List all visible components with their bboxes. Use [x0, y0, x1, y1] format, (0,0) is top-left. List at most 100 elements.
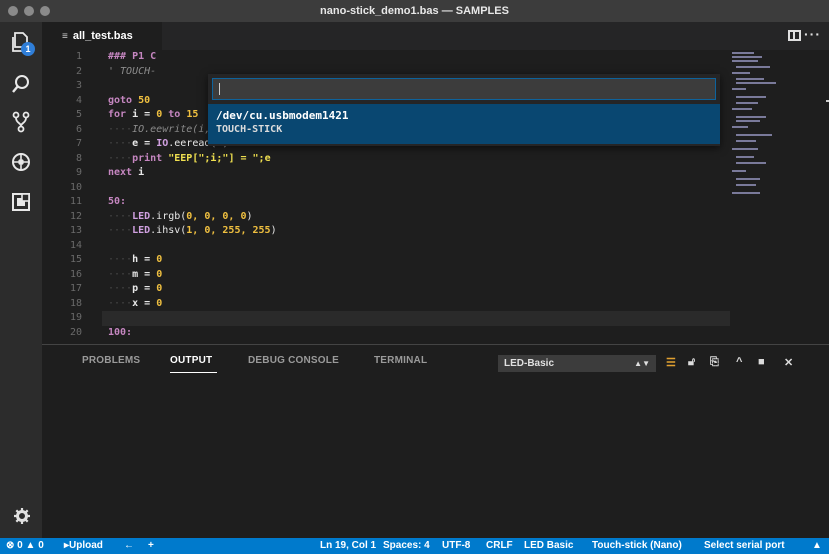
- maximize-panel-icon[interactable]: ■: [758, 356, 765, 368]
- code-object: LED: [132, 225, 151, 236]
- tab-terminal[interactable]: TERMINAL: [374, 355, 427, 366]
- output-channel-value: LED-Basic: [504, 358, 555, 369]
- code-number: 0: [156, 283, 163, 294]
- code-line: ····LED.irgb(0, 0, 0, 0): [108, 210, 253, 222]
- language-mode[interactable]: LED Basic: [524, 540, 573, 551]
- code-number: 0: [156, 268, 163, 280]
- chevron-up-icon[interactable]: ^: [736, 356, 742, 368]
- device-selector[interactable]: Touch-stick (Nano): [592, 540, 682, 551]
- line-number: 18: [69, 297, 82, 309]
- arrow-left-icon[interactable]: ←: [124, 540, 134, 551]
- line-number: 10: [69, 181, 82, 193]
- code-label: 100:: [108, 326, 133, 338]
- notification-bell-icon[interactable]: ▲: [812, 540, 822, 551]
- select-arrows-icon: ▲▼: [634, 359, 650, 368]
- line-number: 15: [69, 254, 82, 265]
- clear-output-icon[interactable]: ☰: [666, 356, 676, 369]
- line-number: 5: [75, 109, 82, 120]
- upload-button[interactable]: ▸Upload: [64, 540, 103, 551]
- panel-tabs: PROBLEMS OUTPUT DEBUG CONSOLE TERMINAL L…: [42, 345, 829, 377]
- line-number: 11: [69, 196, 82, 207]
- line-ending[interactable]: CRLF: [486, 540, 513, 551]
- code-comment: ' TOUCH-: [108, 65, 157, 77]
- current-line: [102, 311, 730, 326]
- code-punct: ): [270, 225, 277, 236]
- tab-problems[interactable]: PROBLEMS: [82, 355, 140, 366]
- encoding[interactable]: UTF-8: [442, 540, 470, 551]
- code-number: 1, 0, 255, 255: [186, 225, 271, 236]
- code-editor[interactable]: 1 2 3 4 5 6 7 8 9 10 11 12 13 14 15 16 1…: [42, 50, 829, 344]
- line-number: 2: [75, 65, 82, 77]
- line-number: 7: [75, 138, 82, 149]
- close-panel-icon[interactable]: ✕: [784, 356, 793, 369]
- code-number: 0, 0, 0, 0: [186, 210, 247, 222]
- minimap[interactable]: [732, 50, 792, 200]
- line-number: 1: [75, 51, 82, 62]
- debug-icon: [12, 153, 30, 171]
- code-line: next i: [108, 166, 708, 181]
- serial-port-selector[interactable]: Select serial port: [704, 540, 785, 551]
- extensions-button[interactable]: [0, 182, 42, 222]
- editor-tab-label: all_test.bas: [72, 30, 133, 42]
- code-function: .ihsv(: [150, 225, 187, 236]
- source-control-button[interactable]: [0, 102, 42, 142]
- code-punct: ): [246, 210, 253, 222]
- code-identifier: i: [138, 167, 145, 178]
- gear-icon: [14, 508, 30, 524]
- text-caret: [219, 83, 220, 95]
- quick-pick-item-description: TOUCH-STICK: [216, 124, 283, 135]
- quick-pick-input[interactable]: [212, 78, 716, 100]
- cursor-position[interactable]: Ln 19, Col 1: [320, 540, 376, 551]
- window-title: nano-stick_demo1.bas — SAMPLES: [320, 5, 509, 17]
- lock-scroll-icon[interactable]: 🔓︎: [688, 356, 695, 369]
- bottom-panel: PROBLEMS OUTPUT DEBUG CONSOLE TERMINAL L…: [42, 344, 829, 538]
- add-icon[interactable]: +: [148, 540, 154, 551]
- open-log-icon[interactable]: ⎘: [710, 356, 719, 369]
- upload-label: Upload: [69, 540, 103, 551]
- manage-button[interactable]: [14, 508, 30, 527]
- error-count: 0: [17, 540, 23, 551]
- line-number: 14: [69, 239, 82, 251]
- minimize-window-button[interactable]: [24, 6, 34, 16]
- code-line: 50:: [108, 195, 708, 210]
- warning-count: 0: [38, 540, 44, 551]
- explorer-badge: 1: [21, 42, 35, 56]
- editor-tab[interactable]: ≡ all_test.bas: [42, 22, 162, 50]
- code-keyword: for: [108, 109, 127, 120]
- explorer-button[interactable]: 1: [0, 22, 42, 62]
- indentation[interactable]: Spaces: 4: [383, 540, 430, 551]
- code-object: LED: [132, 210, 151, 222]
- extensions-icon: [12, 193, 30, 211]
- code-line: ····m = 0: [108, 268, 163, 280]
- debug-button[interactable]: [0, 142, 42, 182]
- quick-pick-item[interactable]: /dev/cu.usbmodem1421 TOUCH-STICK: [208, 104, 720, 144]
- editor-tab-bar: ≡ all_test.bas ···: [42, 22, 829, 50]
- tab-output[interactable]: OUTPUT: [170, 355, 212, 366]
- output-channel-select[interactable]: LED-Basic ▲▼: [498, 355, 656, 372]
- code-line: ····p = 0: [108, 283, 163, 294]
- more-actions-icon[interactable]: ···: [804, 26, 821, 42]
- code-string: "EEP[";i;"] = ";e: [168, 152, 271, 164]
- split-editor-icon[interactable]: [788, 30, 801, 41]
- close-window-button[interactable]: [8, 6, 18, 16]
- tab-debug-console[interactable]: DEBUG CONSOLE: [248, 355, 339, 366]
- code-line: ····LED.ihsv(1, 0, 255, 255): [108, 225, 277, 236]
- line-number-gutter: 1 2 3 4 5 6 7 8 9 10 11 12 13 14 15 16 1…: [42, 50, 86, 340]
- code-keyword: to: [168, 109, 181, 120]
- code-function: .irgb(: [150, 210, 187, 222]
- problems-status[interactable]: ⊗ 0 ▲ 0: [6, 540, 44, 551]
- line-number: 9: [75, 167, 82, 178]
- search-view-button[interactable]: [0, 64, 42, 104]
- line-number: 12: [69, 210, 82, 222]
- line-number: 6: [75, 123, 82, 135]
- code-line: ····print "EEP[";i;"] = ";e: [108, 152, 271, 164]
- code-operator: =: [138, 138, 157, 149]
- maximize-window-button[interactable]: [40, 6, 50, 16]
- quick-pick: /dev/cu.usbmodem1421 TOUCH-STICK: [208, 74, 720, 146]
- line-number: 3: [75, 80, 82, 91]
- status-bar: ⊗ 0 ▲ 0 ▸Upload ← + Ln 19, Col 1 Spaces:…: [0, 538, 829, 554]
- active-tab-indicator: [170, 372, 217, 373]
- window-controls: [8, 6, 50, 16]
- code-keyword: print: [132, 152, 163, 164]
